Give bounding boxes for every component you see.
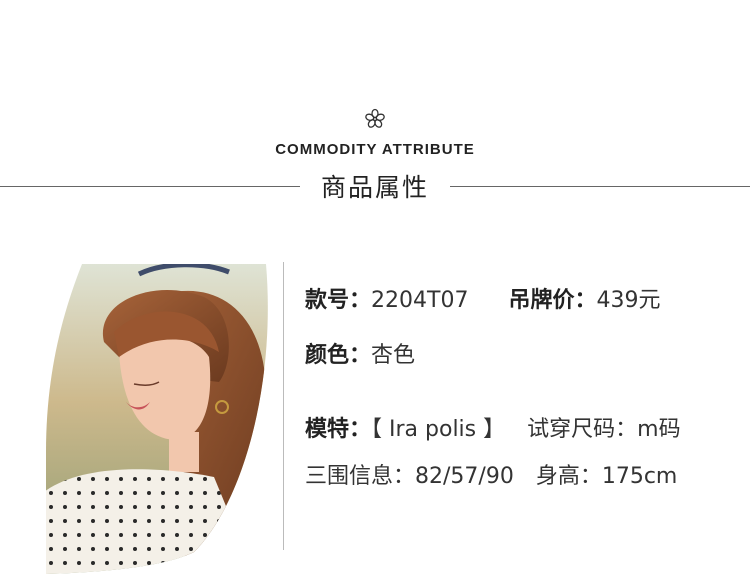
model-label: 模特： [305,417,372,442]
trial-size-value: m码 [637,417,681,442]
style-number-label: 款号： [305,288,372,313]
section-title-cn: 商品属性 [320,173,429,202]
attr-row-model: 模特：【 Ira polis 】试穿尺码：m码 [305,411,681,443]
attr-row-color: 颜色：杏色 [305,337,415,369]
height-value: 175cm [601,464,678,489]
attr-row-measurements: 三围信息：82/57/90 身高：175cm [305,458,677,490]
trial-size-label: 试穿尺码： [527,417,638,442]
vertical-divider [283,262,284,550]
measurements-label: 三围信息： [305,464,416,489]
tag-price-value: 439元 [596,288,661,313]
color-value: 杏色 [371,343,416,368]
tag-price-label: 吊牌价： [508,288,597,313]
model-photo [46,264,268,574]
model-value: 【 Ira polis 】 [371,417,506,442]
flower-icon [365,108,385,128]
height-label: 身高： [535,464,602,489]
divider-right [450,186,750,187]
color-label: 颜色： [305,343,372,368]
divider-left [0,186,300,187]
style-number-value: 2204T07 [371,288,469,313]
section-title-en: COMMODITY ATTRIBUTE [275,141,475,158]
attr-row-style-price: 款号：2204T07 吊牌价：439元 [305,282,660,314]
measurements-value: 82/57/90 [415,464,514,489]
